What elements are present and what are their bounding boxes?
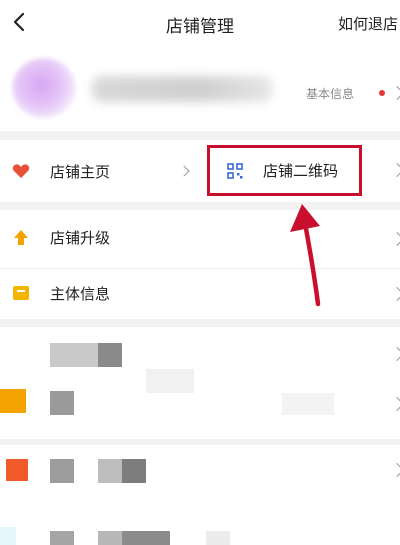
blurred-text — [50, 459, 74, 483]
store-qrcode-label[interactable]: 店铺二维码 — [263, 160, 338, 181]
section-separator — [0, 202, 400, 210]
row-divider — [0, 439, 400, 445]
chevron-right-icon — [389, 396, 400, 412]
blurred-text — [122, 459, 146, 483]
id-card-icon — [13, 286, 29, 300]
heart-icon — [12, 164, 30, 178]
blurred-text — [50, 531, 74, 545]
blurred-text — [206, 531, 230, 545]
store-profile-card[interactable]: 基本信息 — [0, 46, 400, 131]
entity-info-label: 主体信息 — [50, 285, 111, 303]
store-home-label: 店铺主页 — [50, 163, 111, 181]
blurred-text — [98, 459, 122, 483]
chevron-right-icon — [389, 85, 400, 101]
blurred-text — [146, 369, 194, 393]
entity-info-row[interactable]: 主体信息 — [0, 269, 400, 319]
section-separator — [0, 131, 400, 140]
store-avatar — [12, 58, 76, 118]
how-to-close-store-link[interactable]: 如何退店 — [338, 13, 400, 34]
blurred-icon — [0, 527, 16, 545]
blurred-icon — [6, 459, 28, 481]
chevron-right-icon — [178, 165, 190, 177]
blurred-icon — [0, 389, 26, 413]
store-upgrade-row[interactable]: 店铺升级 — [0, 210, 400, 268]
blurred-text — [122, 531, 170, 545]
basic-info-label: 基本信息 — [306, 87, 355, 101]
blurred-text — [98, 343, 122, 367]
section-separator — [0, 319, 400, 327]
red-annotation-arrow-icon — [290, 204, 321, 307]
chevron-right-icon — [389, 286, 400, 302]
store-upgrade-label: 店铺升级 — [50, 229, 111, 247]
chevron-right-icon — [389, 462, 400, 478]
nav-bar: 店铺管理 如何退店 — [0, 0, 400, 46]
blurred-text — [50, 343, 98, 367]
chevron-right-icon — [389, 231, 400, 247]
upgrade-arrow-icon — [14, 230, 28, 245]
chevron-right-icon — [389, 346, 400, 362]
notification-dot — [379, 90, 385, 96]
blurred-text — [50, 391, 74, 415]
blurred-text — [98, 531, 122, 545]
blurred-rows-area — [0, 327, 400, 545]
qr-code-icon — [227, 163, 243, 179]
blurred-text — [282, 393, 334, 415]
store-name-blurred — [92, 76, 272, 102]
